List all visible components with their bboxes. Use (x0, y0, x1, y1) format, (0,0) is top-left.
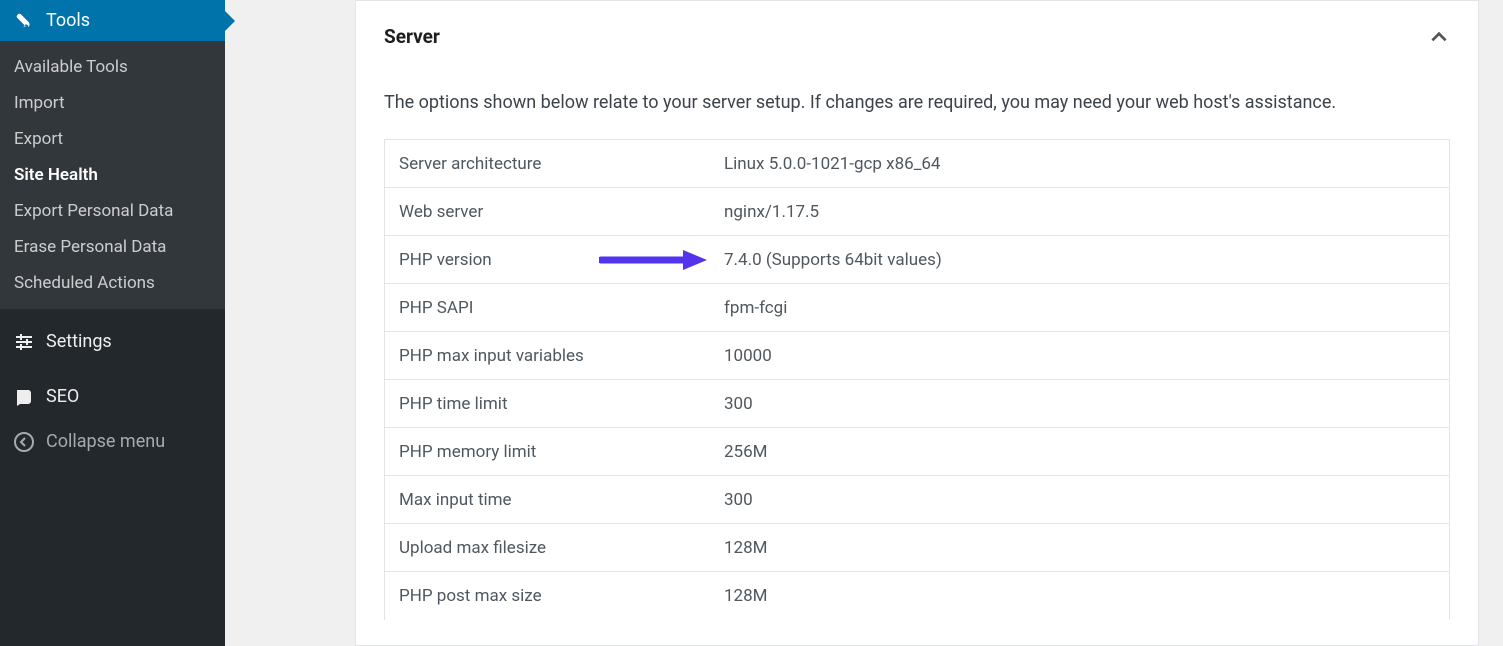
row-label: Server architecture (385, 142, 710, 186)
submenu-site-health[interactable]: Site Health (0, 157, 225, 193)
submenu-erase-personal-data[interactable]: Erase Personal Data (0, 229, 225, 265)
table-row: PHP SAPI fpm-fcgi (385, 284, 1449, 332)
annotation-arrow (599, 248, 709, 272)
panel-title: Server (384, 25, 440, 48)
yoast-icon (12, 387, 36, 407)
table-row: Server architecture Linux 5.0.0-1021-gcp… (385, 140, 1449, 188)
sidebar-item-tools[interactable]: Tools (0, 0, 225, 41)
row-label: PHP memory limit (385, 430, 710, 474)
table-row: PHP post max size 128M (385, 572, 1449, 620)
table-row: Upload max filesize 128M (385, 524, 1449, 572)
row-label: PHP post max size (385, 574, 710, 618)
row-value: nginx/1.17.5 (710, 190, 1449, 234)
row-label: Max input time (385, 478, 710, 522)
row-value: fpm-fcgi (710, 286, 1449, 330)
table-row: PHP time limit 300 (385, 380, 1449, 428)
submenu-import[interactable]: Import (0, 85, 225, 121)
row-label: PHP max input variables (385, 334, 710, 378)
row-value: 7.4.0 (Supports 64bit values) (710, 238, 1449, 282)
row-value: Linux 5.0.0-1021-gcp x86_64 (710, 142, 1449, 186)
table-row: Max input time 300 (385, 476, 1449, 524)
row-label: Web server (385, 190, 710, 234)
row-label: Upload max filesize (385, 526, 710, 570)
admin-sidebar: Tools Available Tools Import Export Site… (0, 0, 225, 646)
sidebar-section-label: Tools (46, 10, 90, 31)
panel-description: The options shown below relate to your s… (356, 62, 1478, 127)
table-row: PHP max input variables 10000 (385, 332, 1449, 380)
panel-header: Server (356, 1, 1478, 62)
sidebar-item-settings[interactable]: Settings (0, 319, 225, 364)
main-content-area: Server The options shown below relate to… (225, 0, 1503, 646)
sidebar-item-seo[interactable]: SEO (0, 374, 225, 419)
server-info-table: Server architecture Linux 5.0.0-1021-gcp… (384, 139, 1450, 620)
table-row: PHP version 7.4.0 (Supports 64bit values… (385, 236, 1449, 284)
submenu-export-personal-data[interactable]: Export Personal Data (0, 193, 225, 229)
sidebar-item-label: SEO (46, 386, 79, 407)
chevron-up-icon (1428, 26, 1450, 48)
submenu-export[interactable]: Export (0, 121, 225, 157)
row-value: 128M (710, 574, 1449, 618)
row-label: PHP SAPI (385, 286, 710, 330)
wrench-icon (12, 11, 36, 31)
row-label: PHP time limit (385, 382, 710, 426)
sidebar-item-label: Settings (46, 331, 112, 352)
tools-submenu: Available Tools Import Export Site Healt… (0, 41, 225, 309)
submenu-available-tools[interactable]: Available Tools (0, 49, 225, 85)
table-row: PHP memory limit 256M (385, 428, 1449, 476)
table-row: Web server nginx/1.17.5 (385, 188, 1449, 236)
collapse-menu-button[interactable]: Collapse menu (0, 419, 225, 464)
row-value: 256M (710, 430, 1449, 474)
row-value: 300 (710, 382, 1449, 426)
row-value: 10000 (710, 334, 1449, 378)
collapse-label: Collapse menu (46, 431, 165, 452)
server-info-panel: Server The options shown below relate to… (355, 0, 1479, 646)
row-value: 300 (710, 478, 1449, 522)
submenu-scheduled-actions[interactable]: Scheduled Actions (0, 265, 225, 301)
row-value: 128M (710, 526, 1449, 570)
collapse-icon (12, 432, 36, 452)
sliders-icon (12, 332, 36, 352)
panel-toggle-button[interactable] (1428, 26, 1450, 48)
